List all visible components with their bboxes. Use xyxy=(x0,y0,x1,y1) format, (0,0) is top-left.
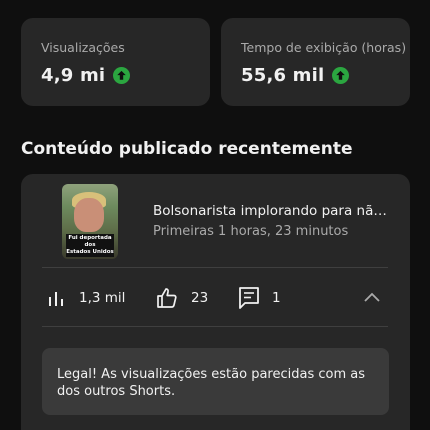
video-title[interactable]: Bolsonarista implorando para não s... xyxy=(153,203,393,219)
video-timeframe: Primeiras 1 horas, 23 minutos xyxy=(153,224,349,239)
watch-time-stat-card[interactable]: Tempo de exibição (horas) 55,6 mil xyxy=(221,18,410,106)
recent-content-card: Fui deportada dos Estados Unidos Bolsona… xyxy=(21,174,410,430)
insight-message: Legal! As visualizações estão parecidas … xyxy=(42,348,389,415)
section-title: Conteúdo publicado recentemente xyxy=(21,139,353,159)
bar-chart-icon xyxy=(49,292,63,306)
views-count: 1,3 mil xyxy=(79,290,126,306)
comment-icon xyxy=(239,287,259,309)
video-thumbnail[interactable]: Fui deportada dos Estados Unidos xyxy=(62,184,118,259)
thumbnail-caption: Fui deportada dos Estados Unidos xyxy=(66,234,114,257)
arrow-up-circle-icon xyxy=(113,66,131,84)
arrow-up-circle-icon xyxy=(332,66,350,84)
likes-count: 23 xyxy=(191,290,209,306)
comments-count: 1 xyxy=(272,290,281,306)
watch-time-stat-label: Tempo de exibição (horas) xyxy=(241,40,407,55)
views-stat-label: Visualizações xyxy=(41,40,125,55)
analytics-page: Visualizações 4,9 mi Tempo de exibição (… xyxy=(0,0,430,430)
divider xyxy=(42,326,388,327)
watch-time-stat-value: 55,6 mil xyxy=(241,64,325,86)
divider xyxy=(42,267,388,268)
thumbs-up-icon xyxy=(157,288,177,308)
video-metrics-row: 1,3 mil 23 1 xyxy=(42,284,388,312)
views-stat-value: 4,9 mi xyxy=(41,64,106,86)
likes-metric: 23 xyxy=(155,284,208,312)
views-metric: 1,3 mil xyxy=(47,284,125,312)
chevron-up-icon[interactable] xyxy=(362,288,382,308)
comments-metric: 1 xyxy=(238,284,281,312)
views-stat-card[interactable]: Visualizações 4,9 mi xyxy=(21,18,210,106)
